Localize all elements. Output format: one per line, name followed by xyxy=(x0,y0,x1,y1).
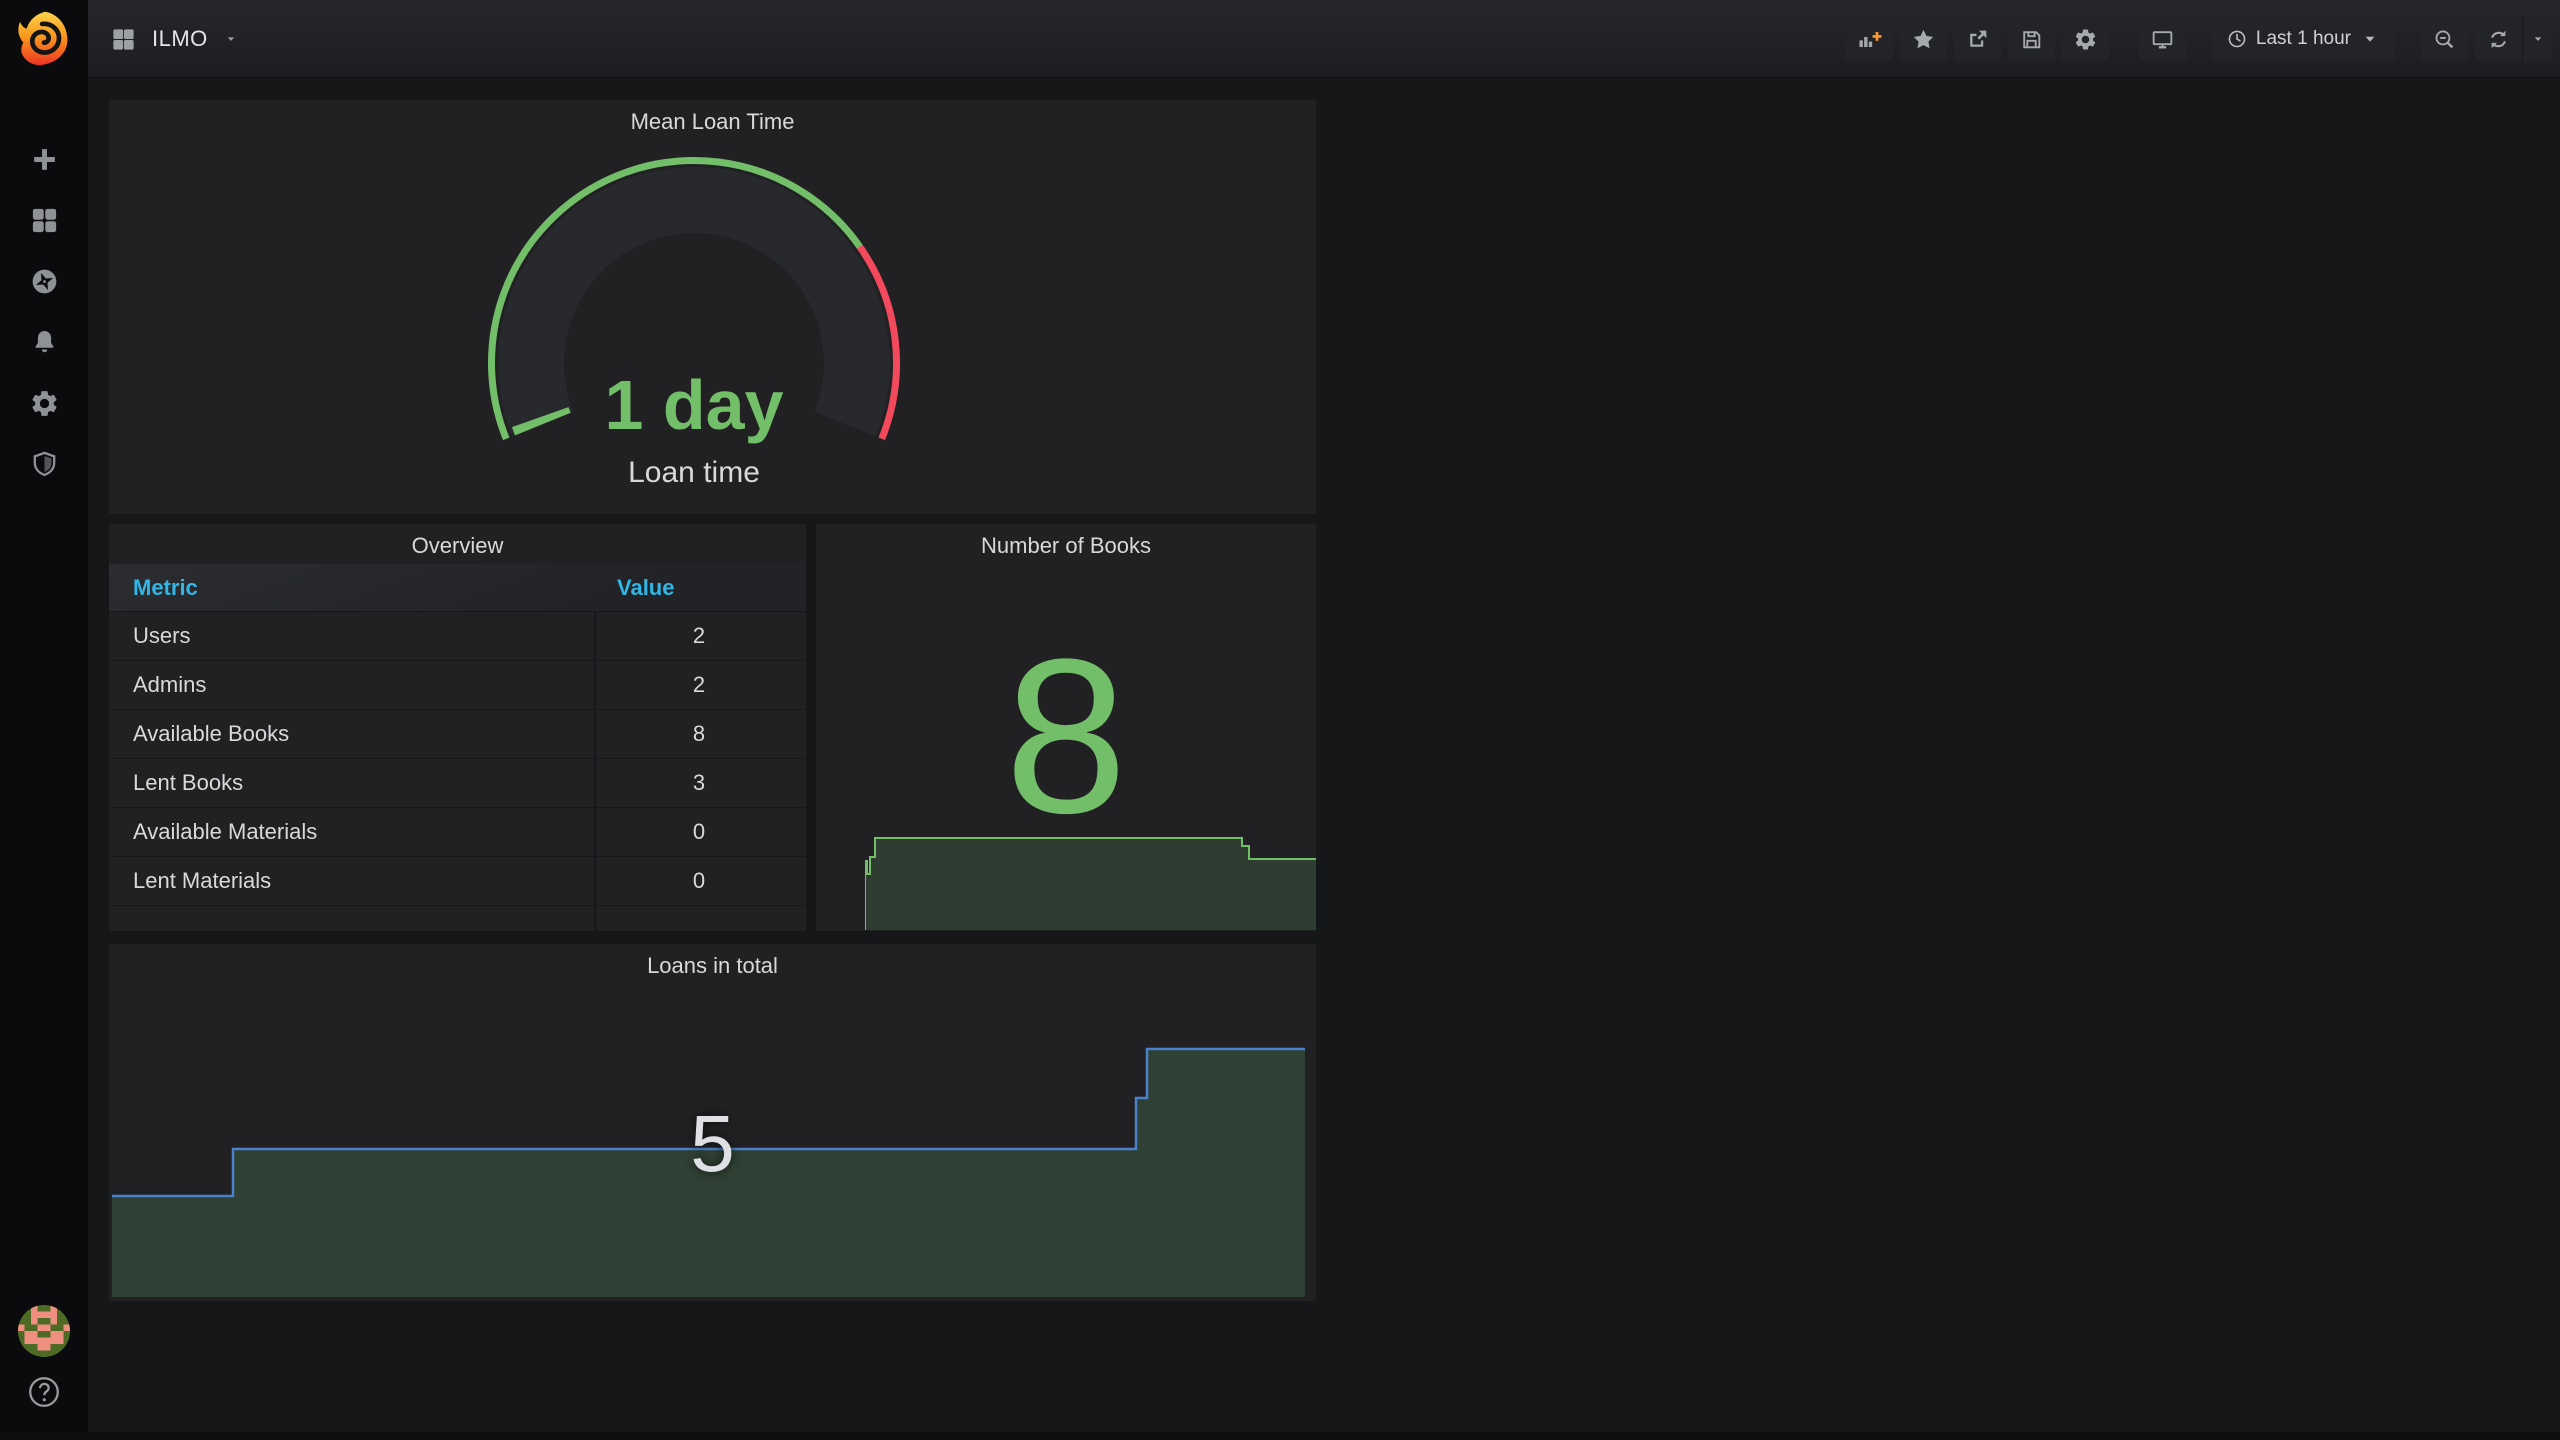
refresh-button-group xyxy=(2475,17,2552,61)
panel-overview-table: Overview Metric Value Users 2 Admins 2 A… xyxy=(109,524,806,931)
table-body: Users 2 Admins 2 Available Books 8 Lent … xyxy=(109,612,806,931)
metric-cell: Available Books xyxy=(133,721,290,746)
column-header-metric[interactable]: Metric xyxy=(109,575,594,601)
share-button[interactable] xyxy=(1953,17,2001,61)
tv-icon xyxy=(2152,30,2173,48)
dashboard-settings-button[interactable] xyxy=(2061,17,2109,61)
help-icon xyxy=(29,1377,59,1407)
cycle-view-mode-button[interactable] xyxy=(2138,17,2186,61)
gauge-value: 1 day xyxy=(604,366,784,444)
refresh-button[interactable] xyxy=(2475,17,2522,61)
value-cell: 8 xyxy=(692,721,706,746)
panel-loans-in-total: Loans in total 5 xyxy=(109,944,1316,1301)
alerting-bell-icon xyxy=(35,330,53,352)
value-cell: 2 xyxy=(692,623,706,648)
star-icon xyxy=(1913,29,1934,48)
metric-cell: Available Materials xyxy=(133,819,318,844)
stat-value: 5 xyxy=(690,1099,735,1188)
metric-cell: Lent Books xyxy=(133,770,244,795)
overview-table: Metric Value Users 2 Admins 2 Available … xyxy=(109,564,806,931)
table-row: Available Materials 0 xyxy=(109,808,806,857)
sidebar-item-explore[interactable] xyxy=(27,264,61,298)
help-button[interactable] xyxy=(26,1374,62,1410)
server-admin-shield-icon xyxy=(33,451,55,476)
refresh-icon xyxy=(2491,30,2506,48)
column-header-value[interactable]: Value xyxy=(594,575,674,601)
clock-icon xyxy=(2228,30,2246,48)
panel-title[interactable]: Mean Loan Time xyxy=(109,109,1316,135)
avatar-pixel-art xyxy=(18,1305,70,1357)
sidebar-item-server-admin[interactable] xyxy=(27,447,61,481)
grafana-logo-icon xyxy=(18,11,68,66)
chevron-down-icon xyxy=(227,37,234,41)
panel-mean-loan-time: Mean Loan Time 1 day Loan time xyxy=(109,100,1316,514)
table-header-row: Metric Value xyxy=(109,564,806,612)
settings-gear-icon xyxy=(2075,29,2096,49)
table-row: Lent Materials 0 xyxy=(109,857,806,906)
sidebar-item-dashboards[interactable] xyxy=(27,203,61,237)
user-avatar[interactable] xyxy=(18,1305,70,1357)
panel-title[interactable]: Loans in total xyxy=(109,953,1316,979)
chevron-down-icon xyxy=(2534,37,2541,41)
table-row: Admins 2 xyxy=(109,661,806,710)
dashboards-grid-icon xyxy=(32,208,56,232)
window-bottom-edge xyxy=(0,1432,2560,1440)
dashboard-title-group[interactable]: ILMO xyxy=(110,0,239,78)
time-range-label: Last 1 hour xyxy=(2255,28,2351,49)
panel-number-of-books: Number of Books 8 xyxy=(816,524,1316,931)
metric-cell: Lent Materials xyxy=(133,868,272,893)
table-row: Users 2 xyxy=(109,612,806,661)
value-cell: 0 xyxy=(692,819,706,844)
add-panel-button[interactable] xyxy=(1845,17,1893,61)
sidebar-nav xyxy=(0,142,88,481)
grafana-logo[interactable] xyxy=(14,8,74,70)
zoom-out-icon xyxy=(2435,30,2454,48)
sidebar xyxy=(0,0,88,1440)
value-cell: 2 xyxy=(692,672,706,697)
panel-title[interactable]: Overview xyxy=(109,533,806,559)
value-cell: 3 xyxy=(692,770,706,795)
table-row: Lent Books 3 xyxy=(109,759,806,808)
table-row: Available Books 8 xyxy=(109,710,806,759)
chevron-down-icon xyxy=(2365,36,2375,42)
sidebar-item-create[interactable] xyxy=(27,142,61,176)
dashboard-grid-icon xyxy=(113,28,134,50)
metric-cell: Admins xyxy=(133,672,207,697)
time-range-picker[interactable]: Last 1 hour xyxy=(2211,17,2395,61)
add-panel-icon xyxy=(1859,31,1882,47)
configuration-gear-icon xyxy=(31,390,57,416)
share-icon xyxy=(1970,30,1987,47)
sidebar-item-alerting[interactable] xyxy=(27,325,61,359)
metric-cell: Users xyxy=(133,623,191,648)
panel-title[interactable]: Number of Books xyxy=(816,533,1316,559)
grafana-dashboard: ILMO Last 1 hour Mean Loan Time 1 day Lo… xyxy=(0,0,2560,1440)
save-icon xyxy=(2023,30,2041,48)
plus-icon xyxy=(33,148,55,170)
column-divider xyxy=(594,612,596,931)
star-button[interactable] xyxy=(1899,17,1947,61)
stat-value: 8 xyxy=(1004,613,1128,859)
dashboard-title: ILMO xyxy=(152,26,208,51)
refresh-interval-dropdown[interactable] xyxy=(2522,17,2552,61)
save-button[interactable] xyxy=(2007,17,2055,61)
value-cell: 0 xyxy=(692,868,706,893)
gauge-field-label: Loan time xyxy=(628,456,760,489)
zoom-out-time-button[interactable] xyxy=(2421,17,2468,61)
sidebar-item-configuration[interactable] xyxy=(27,386,61,420)
explore-compass-icon xyxy=(32,269,56,293)
navbar-actions: Last 1 hour xyxy=(1839,17,2552,61)
navbar: ILMO Last 1 hour xyxy=(88,0,2560,78)
